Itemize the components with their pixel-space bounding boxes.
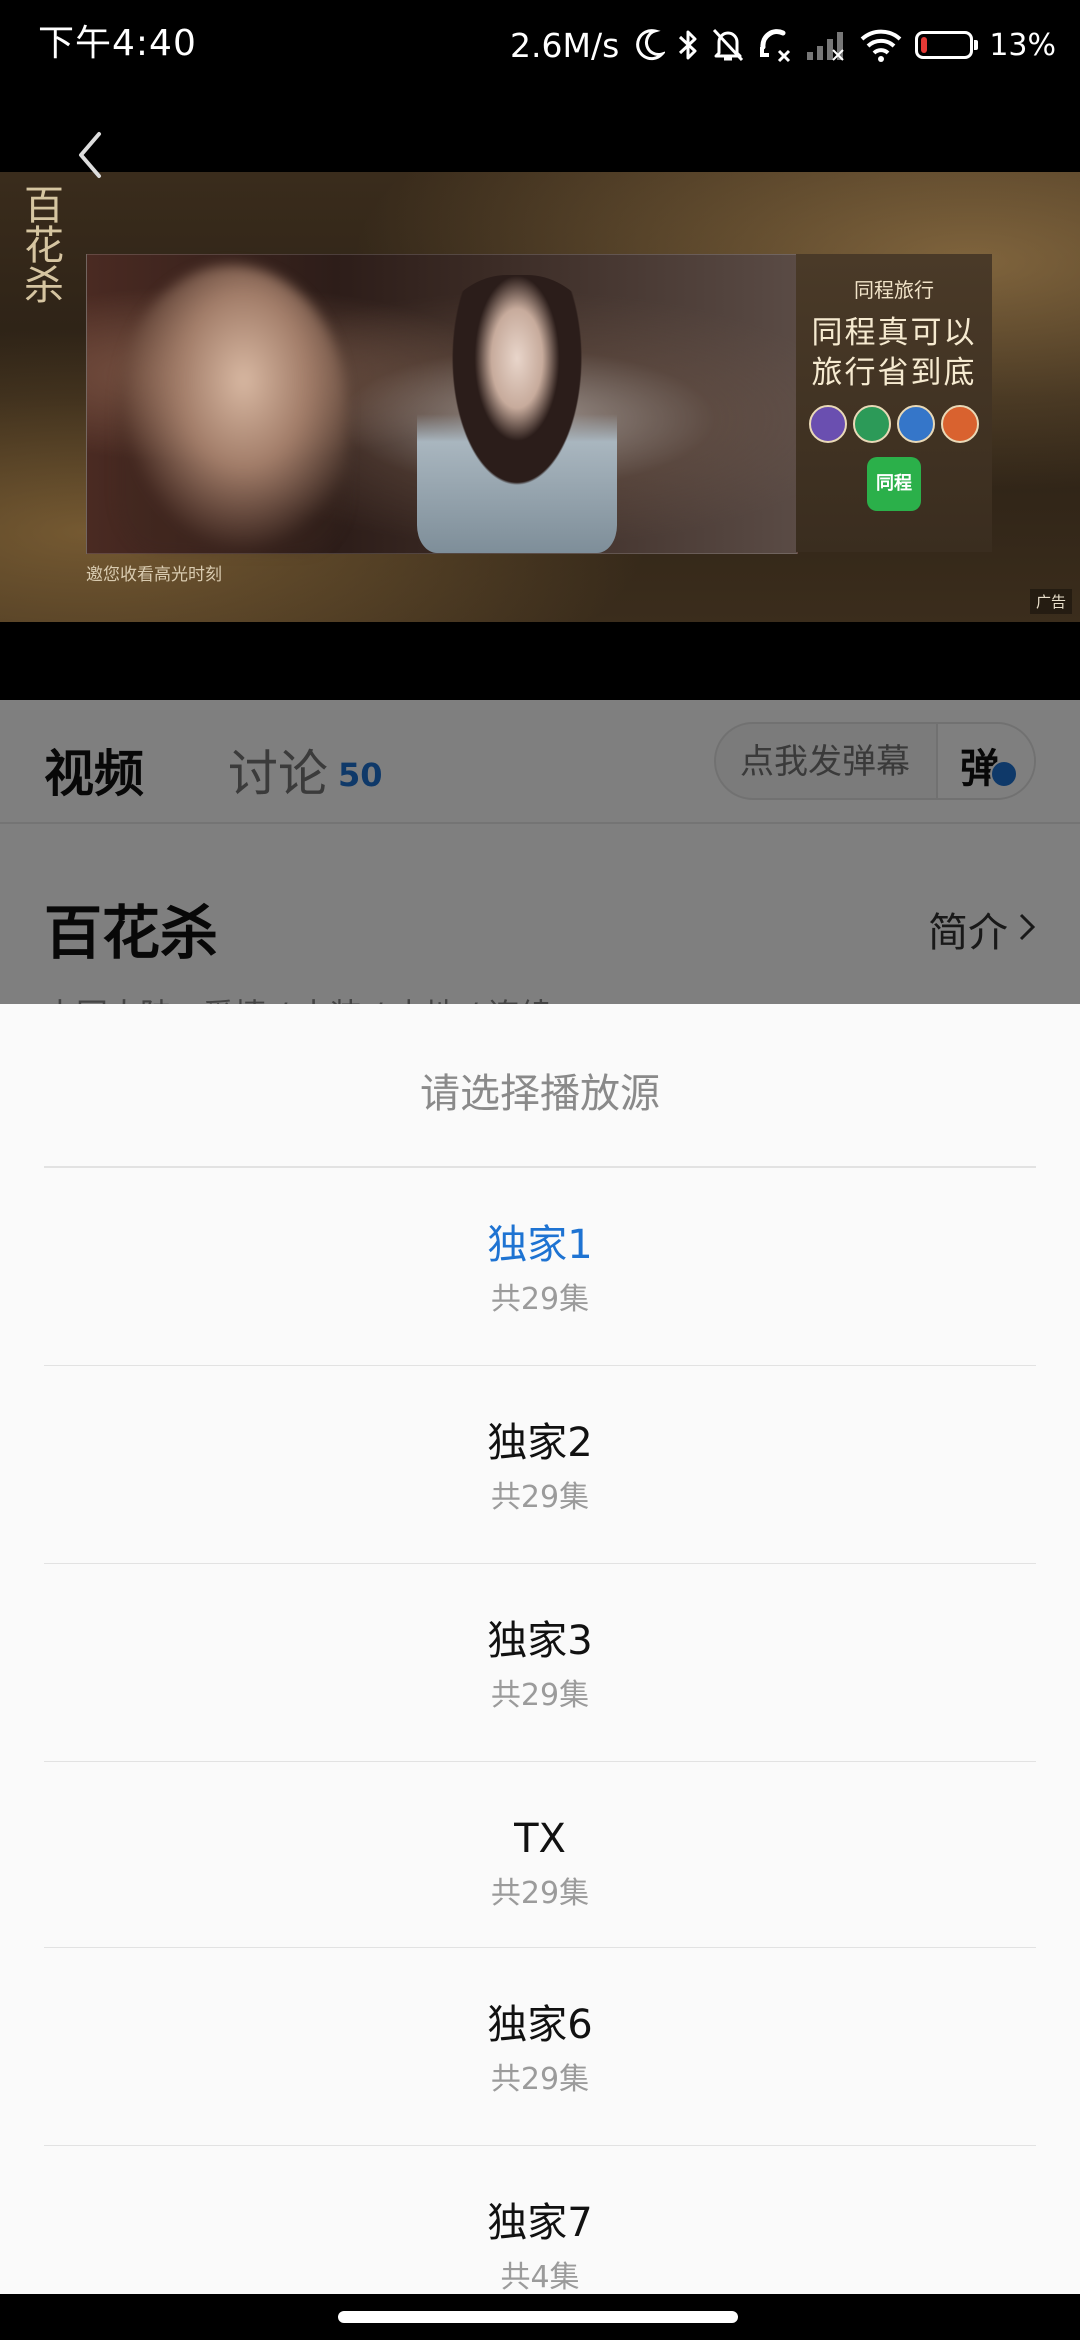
ad-app-logo: 同程	[867, 457, 921, 511]
network-speed: 2.6M/s	[510, 25, 620, 65]
moon-icon	[635, 28, 666, 62]
ad-brand: 同程旅行	[854, 278, 934, 302]
ad-banner[interactable]: 百花杀 同程旅行 同程真可以 旅行省到底 同程 邀您收看高光时刻 广告	[0, 172, 1080, 622]
source-episode-count: 共29集	[490, 1678, 590, 1713]
status-icons: 2.6M/s 13%	[510, 20, 1056, 70]
home-indicator[interactable]	[338, 2311, 738, 2323]
source-picker-sheet: 请选择播放源 独家1 共29集 独家2 共29集 独家3 共29集 TX 共29…	[0, 1004, 1080, 2294]
status-bar: 下午4:40 2.6M/s 13%	[0, 0, 1080, 92]
ad-service-icons	[796, 405, 992, 443]
video-player[interactable]: 百花杀 同程旅行 同程真可以 旅行省到底 同程 邀您收看高光时刻 广告	[0, 92, 1080, 700]
source-item[interactable]: TX 共29集	[44, 1761, 1036, 1947]
source-item[interactable]: 独家6 共29集	[44, 1947, 1036, 2145]
ticket-icon	[941, 405, 979, 443]
ad-slogan: 同程真可以 旅行省到底	[796, 313, 992, 393]
scene-figure-right	[417, 275, 617, 553]
source-episode-count: 共29集	[490, 2062, 590, 2097]
ad-panel[interactable]: 同程旅行 同程真可以 旅行省到底 同程	[796, 254, 992, 552]
ad-caption: 邀您收看高光时刻	[86, 565, 222, 585]
signal-icon	[805, 28, 847, 62]
status-time: 下午4:40	[38, 23, 197, 64]
source-name: 独家1	[487, 1222, 593, 1268]
source-episode-count: 共29集	[490, 1876, 590, 1911]
source-name: TX	[514, 1816, 566, 1862]
show-logo-glyph: 百花杀	[17, 184, 63, 304]
hotel-icon	[809, 405, 847, 443]
source-item[interactable]: 独家2 共29集	[44, 1365, 1036, 1563]
source-name: 独家6	[487, 2002, 593, 2048]
source-item[interactable]: 独家7 共4集	[44, 2145, 1036, 2294]
back-button[interactable]	[60, 122, 120, 192]
source-episode-count: 共4集	[500, 2260, 580, 2294]
navigation-bar	[0, 2294, 1080, 2340]
flight-icon	[897, 405, 935, 443]
ad-scene-image	[86, 254, 798, 554]
ad-label: 广告	[1029, 589, 1072, 614]
train-icon	[853, 405, 891, 443]
ad-slogan-line2: 旅行省到底	[811, 355, 977, 391]
call-icon	[757, 27, 793, 63]
source-name: 独家2	[487, 1420, 593, 1466]
source-item[interactable]: 独家3 共29集	[44, 1563, 1036, 1761]
source-item[interactable]: 独家1 共29集	[44, 1167, 1036, 1365]
bluetooth-icon	[677, 27, 699, 63]
source-episode-count: 共29集	[490, 1480, 590, 1515]
source-episode-count: 共29集	[490, 1282, 590, 1317]
ad-slogan-line1: 同程真可以	[811, 315, 977, 351]
sheet-title: 请选择播放源	[420, 1071, 660, 1117]
wifi-icon	[859, 27, 903, 63]
battery-icon	[915, 31, 979, 59]
mute-icon	[711, 27, 745, 63]
battery-fill	[921, 37, 928, 53]
scene-figure-left	[117, 265, 347, 553]
source-name: 独家7	[487, 2200, 593, 2246]
battery-percent: 13%	[989, 27, 1056, 63]
source-name: 独家3	[487, 1618, 593, 1664]
chevron-left-icon	[75, 130, 105, 184]
